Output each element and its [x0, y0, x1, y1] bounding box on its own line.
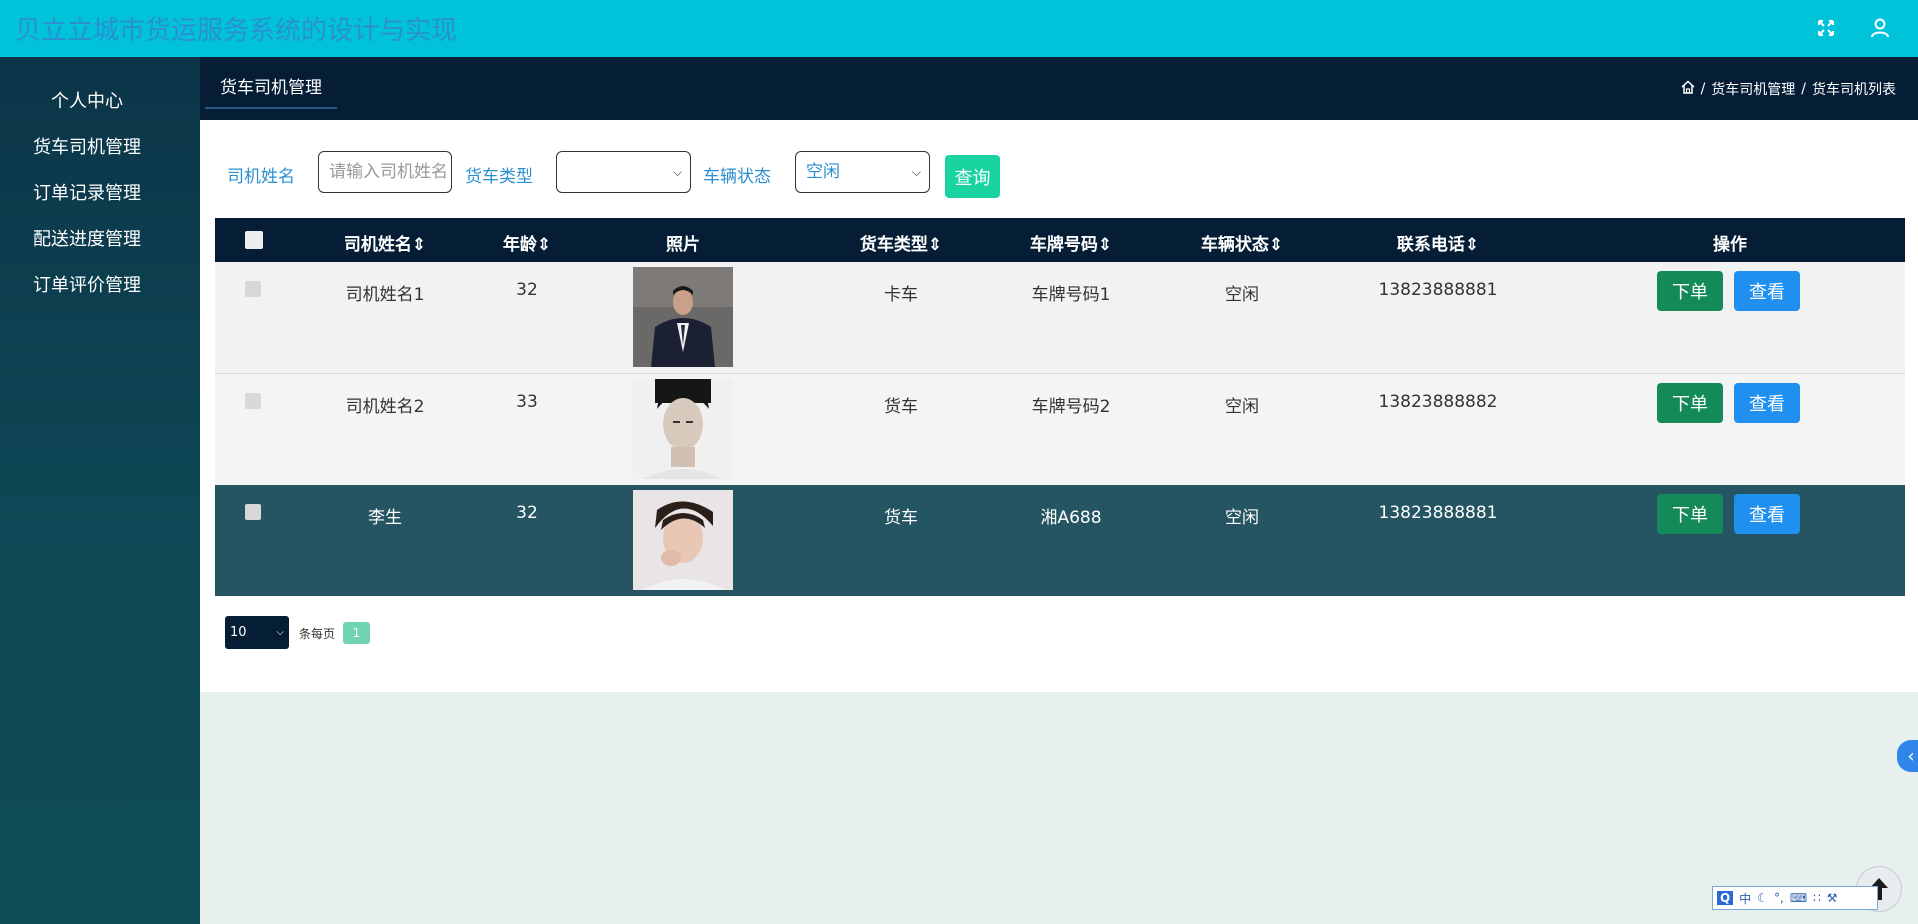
top-bar: 贝立立城市货运服务系统的设计与实现	[0, 0, 1918, 57]
tab-driver-management[interactable]: 货车司机管理	[205, 69, 337, 109]
order-button[interactable]: 下单	[1657, 271, 1723, 311]
vehicle-status-value: 空闲	[806, 162, 840, 182]
vehicle-status-select[interactable]: 空闲 ⌵	[795, 151, 930, 193]
wrench-icon[interactable]: ⚒	[1827, 891, 1838, 905]
column-header-status[interactable]: 车辆状态⇕	[1180, 230, 1304, 255]
breadcrumb-separator: /	[1801, 81, 1806, 97]
driver-table: 司机姓名⇕ 年龄⇕ 照片 货车类型⇕ 车牌号码⇕ 车辆状态⇕ 联系电话⇕ 操作 …	[215, 218, 1905, 596]
truck-type: 货车	[884, 397, 918, 417]
phone-number: 13823888881	[1378, 280, 1498, 300]
page-size-select[interactable]: 10 ⌵	[225, 616, 289, 649]
vehicle-status: 空闲	[1225, 397, 1259, 417]
truck-type: 货车	[884, 508, 918, 528]
ime-toolbar[interactable]: Q 中 ☾ °, ⌨ ∷ ⚒	[1712, 886, 1878, 910]
driver-name: 李生	[368, 508, 402, 528]
truck-type-label: 货车类型	[465, 167, 533, 187]
chevron-down-icon: ⌵	[911, 165, 921, 179]
table-row[interactable]: 司机姓名1 32 卡车 车牌号码1 空闲 13823888881 下单 查看	[215, 262, 1905, 374]
vehicle-status-label: 车辆状态	[703, 167, 771, 187]
row-checkbox[interactable]	[245, 393, 261, 409]
driver-photo	[633, 490, 733, 590]
driver-name-label: 司机姓名	[227, 167, 295, 187]
ime-mode[interactable]: 中	[1739, 890, 1751, 907]
view-button[interactable]: 查看	[1734, 271, 1800, 311]
collapse-panel-button[interactable]: ‹	[1897, 740, 1918, 772]
sidebar-item-label: 订单记录管理	[33, 183, 141, 204]
truck-type-select[interactable]: ⌵	[556, 151, 691, 193]
driver-photo	[633, 267, 733, 367]
phone-number: 13823888881	[1378, 503, 1498, 523]
column-header-plate[interactable]: 车牌号码⇕	[1009, 230, 1133, 255]
truck-type: 卡车	[884, 285, 918, 305]
moon-icon[interactable]: ☾	[1757, 891, 1768, 905]
table-row[interactable]: 李生 32 货车 湘A688 空闲 13823888881 下单 查看	[215, 485, 1905, 596]
grid-icon[interactable]: ∷	[1813, 891, 1821, 905]
table-row[interactable]: 司机姓名2 33 货车 车牌号码2 空闲 13823888882 下单 查看	[215, 374, 1905, 485]
order-button[interactable]: 下单	[1657, 383, 1723, 423]
column-header-truck-type[interactable]: 货车类型⇕	[839, 230, 963, 255]
phone-number: 13823888882	[1378, 392, 1498, 412]
driver-age: 32	[516, 280, 538, 300]
order-button[interactable]: 下单	[1657, 494, 1723, 534]
vehicle-status: 空闲	[1225, 285, 1259, 305]
content-panel: 司机姓名 请输入司机姓名 货车类型 ⌵ 车辆状态 空闲 ⌵ 查询 司机姓名⇕ 年…	[200, 120, 1918, 692]
sidebar-item-order-reviews[interactable]: 订单评价管理	[0, 261, 200, 307]
column-header-name[interactable]: 司机姓名⇕	[323, 230, 447, 255]
sidebar-item-delivery-progress[interactable]: 配送进度管理	[0, 215, 200, 261]
keyboard-icon[interactable]: ⌨	[1790, 891, 1807, 905]
page-header: 货车司机管理 / 货车司机管理 / 货车司机列表	[200, 57, 1918, 120]
breadcrumb-separator: /	[1700, 81, 1706, 97]
driver-age: 33	[516, 392, 538, 412]
breadcrumb: / 货车司机管理 / 货车司机列表	[1681, 79, 1896, 99]
app-title: 贝立立城市货运服务系统的设计与实现	[15, 16, 458, 46]
row-checkbox[interactable]	[245, 504, 261, 520]
column-header-age[interactable]: 年龄⇕	[487, 230, 567, 255]
driver-name: 司机姓名1	[345, 285, 425, 305]
select-all-checkbox[interactable]	[245, 231, 263, 249]
view-button[interactable]: 查看	[1734, 494, 1800, 534]
sidebar: 个人中心 货车司机管理 订单记录管理 配送进度管理 订单评价管理	[0, 57, 200, 924]
sidebar-item-order-records[interactable]: 订单记录管理	[0, 169, 200, 215]
per-page-label: 条每页	[299, 627, 336, 641]
punctuation-icon[interactable]: °,	[1774, 891, 1784, 905]
driver-name: 司机姓名2	[345, 397, 425, 417]
driver-name-input[interactable]: 请输入司机姓名	[318, 151, 452, 193]
column-header-actions: 操作	[1713, 235, 1747, 255]
driver-photo	[633, 379, 733, 479]
user-icon[interactable]	[1862, 10, 1898, 46]
ime-logo-icon: Q	[1717, 891, 1734, 905]
chevron-down-icon: ⌵	[276, 627, 284, 638]
row-checkbox[interactable]	[245, 281, 261, 297]
query-button[interactable]: 查询	[945, 155, 1000, 198]
fullscreen-icon[interactable]	[1808, 10, 1844, 46]
chevron-left-icon: ‹	[1907, 745, 1915, 767]
view-button[interactable]: 查看	[1734, 383, 1800, 423]
page-button[interactable]: 1	[343, 622, 370, 644]
vehicle-status: 空闲	[1225, 508, 1259, 528]
sidebar-item-personal-center[interactable]: 个人中心	[0, 77, 200, 123]
plate-number: 车牌号码1	[1031, 285, 1111, 305]
page-size-value: 10	[230, 625, 247, 640]
column-header-photo: 照片	[666, 235, 700, 255]
sidebar-item-label: 个人中心	[51, 91, 123, 112]
sidebar-item-label: 配送进度管理	[33, 229, 141, 250]
sidebar-item-driver-management[interactable]: 货车司机管理	[0, 123, 200, 169]
table-header: 司机姓名⇕ 年龄⇕ 照片 货车类型⇕ 车牌号码⇕ 车辆状态⇕ 联系电话⇕ 操作	[215, 218, 1905, 262]
breadcrumb-item: 货车司机列表	[1812, 82, 1896, 98]
plate-number: 湘A688	[1040, 508, 1102, 528]
chevron-down-icon: ⌵	[672, 165, 682, 179]
plate-number: 车牌号码2	[1031, 397, 1111, 417]
home-icon[interactable]	[1681, 80, 1695, 98]
sidebar-item-label: 订单评价管理	[33, 275, 141, 296]
driver-age: 32	[516, 503, 538, 523]
sidebar-item-label: 货车司机管理	[33, 137, 141, 158]
column-header-phone[interactable]: 联系电话⇕	[1363, 230, 1513, 255]
breadcrumb-item[interactable]: 货车司机管理	[1711, 79, 1795, 99]
